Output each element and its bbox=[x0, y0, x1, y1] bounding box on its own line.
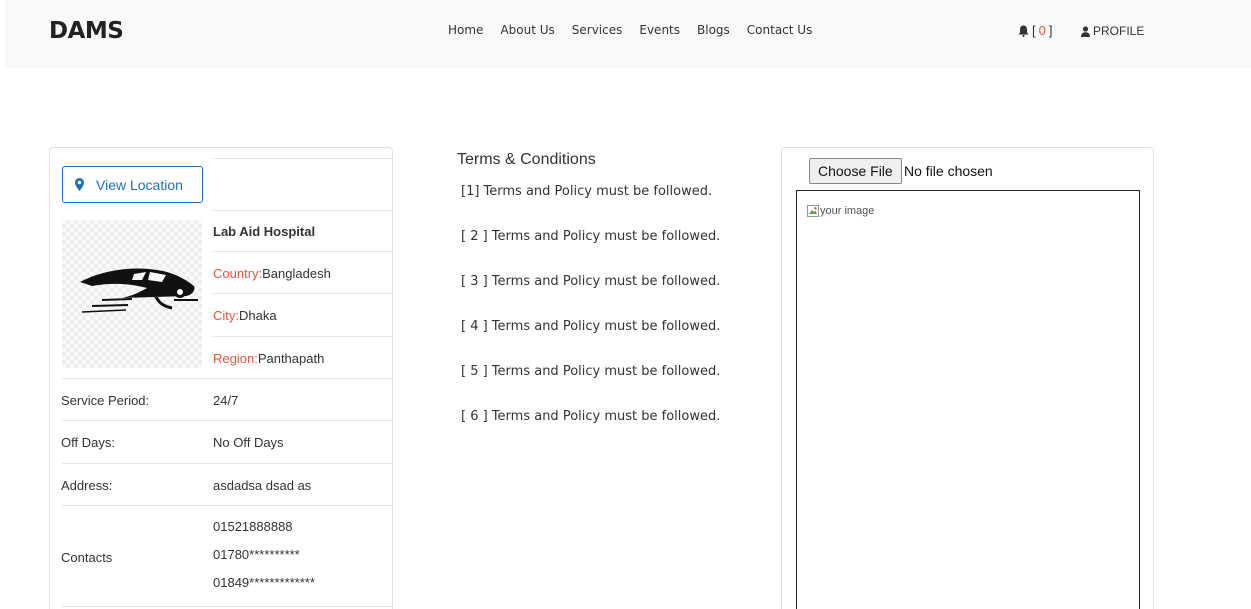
hospital-name: Lab Aid Hospital bbox=[213, 224, 316, 239]
preview-image: your image bbox=[807, 205, 874, 217]
brand-logo[interactable]: DAMS bbox=[49, 18, 124, 44]
nav-home[interactable]: Home bbox=[448, 23, 483, 37]
address-label: Address: bbox=[61, 478, 113, 493]
top-navbar: DAMS Home About Us Services Events Blogs… bbox=[5, 0, 1251, 68]
main-nav: Home About Us Services Events Blogs Cont… bbox=[448, 23, 829, 37]
divider bbox=[62, 463, 392, 464]
profile-link[interactable]: PROFILE bbox=[1081, 24, 1144, 38]
notification-count: 0 bbox=[1038, 23, 1046, 38]
hospital-country: Country:Bangladesh bbox=[213, 266, 331, 281]
divider bbox=[213, 251, 392, 252]
file-status: No file chosen bbox=[904, 163, 993, 179]
divider bbox=[62, 606, 392, 607]
user-icon bbox=[1081, 25, 1090, 37]
nav-events[interactable]: Events bbox=[639, 23, 680, 37]
hospital-image bbox=[62, 220, 202, 368]
notification-button[interactable]: [ 0 ] bbox=[1018, 23, 1052, 38]
divider bbox=[62, 505, 392, 506]
divider bbox=[213, 158, 392, 159]
divider bbox=[213, 336, 392, 337]
city-label: City: bbox=[213, 308, 239, 323]
view-location-label: View Location bbox=[96, 176, 183, 193]
nav-contact-us[interactable]: Contact Us bbox=[747, 23, 813, 37]
hospital-info-card: View Location Lab Aid Hospital Country:B… bbox=[49, 147, 393, 609]
contact-phone-2: 01780********** bbox=[213, 547, 300, 562]
image-preview: your image bbox=[796, 190, 1140, 609]
map-marker-icon bbox=[75, 178, 84, 191]
nav-services[interactable]: Services bbox=[572, 23, 623, 37]
country-label: Country: bbox=[213, 266, 263, 281]
notif-bracket-open: [ bbox=[1032, 23, 1036, 38]
bell-icon bbox=[1018, 25, 1029, 37]
term-item-6: [ 6 ] Terms and Policy must be followed. bbox=[461, 409, 721, 424]
region-label: Region: bbox=[213, 351, 258, 366]
divider bbox=[213, 293, 392, 294]
term-item-3: [ 3 ] Terms and Policy must be followed. bbox=[461, 274, 721, 289]
image-alt-text: your image bbox=[820, 205, 875, 217]
nav-about-us[interactable]: About Us bbox=[500, 23, 554, 37]
contact-phone-3: 01849************* bbox=[213, 575, 315, 590]
divider bbox=[62, 378, 392, 379]
service-period-value: 24/7 bbox=[213, 393, 239, 408]
choose-file-button[interactable]: Choose File bbox=[809, 158, 902, 184]
car-logo-icon bbox=[80, 268, 198, 313]
off-days-label: Off Days: bbox=[61, 435, 115, 450]
upload-card: Choose File No file chosen your image bbox=[781, 147, 1154, 609]
address-value: asdadsa dsad as bbox=[213, 478, 312, 493]
nav-blogs[interactable]: Blogs bbox=[697, 23, 730, 37]
service-period-label: Service Period: bbox=[61, 393, 150, 408]
hospital-city: City:Dhaka bbox=[213, 308, 277, 323]
term-item-4: [ 4 ] Terms and Policy must be followed. bbox=[461, 319, 721, 334]
term-item-5: [ 5 ] Terms and Policy must be followed. bbox=[461, 364, 721, 379]
view-location-button[interactable]: View Location bbox=[62, 166, 203, 203]
term-item-2: [ 2 ] Terms and Policy must be followed. bbox=[461, 229, 721, 244]
divider bbox=[213, 210, 392, 211]
country-value: Bangladesh bbox=[262, 266, 331, 281]
off-days-value: No Off Days bbox=[213, 435, 284, 450]
contact-phone-1: 01521888888 bbox=[213, 519, 293, 534]
hospital-region: Region:Panthapath bbox=[213, 351, 324, 366]
city-value: Dhaka bbox=[239, 308, 277, 323]
contacts-label: Contacts bbox=[61, 550, 113, 565]
profile-label: PROFILE bbox=[1093, 24, 1145, 38]
notif-bracket-close: ] bbox=[1048, 23, 1053, 38]
terms-title: Terms & Conditions bbox=[457, 151, 596, 168]
region-value: Panthapath bbox=[257, 351, 325, 366]
term-item-1: [1] Terms and Policy must be followed. bbox=[461, 184, 713, 199]
broken-image-icon bbox=[807, 205, 819, 217]
divider bbox=[62, 420, 392, 421]
